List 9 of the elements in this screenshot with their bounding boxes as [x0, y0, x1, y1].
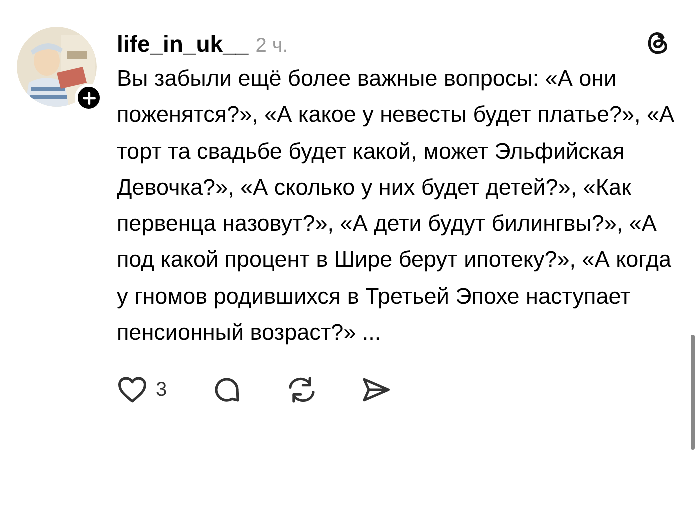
post-time: 2 ч.: [256, 34, 288, 59]
like-count: 3: [156, 378, 168, 404]
comment-icon[interactable]: [213, 376, 242, 404]
username[interactable]: life_in_uk__: [117, 27, 249, 62]
like-icon[interactable]: [117, 376, 148, 404]
repost-icon[interactable]: [287, 376, 318, 404]
share-icon[interactable]: [361, 376, 392, 404]
post-text: Вы забыли ещё более важные вопросы: «А они поженятся?», «А какое у невесты будет платье?», «А торт та свадьбе будет какой, может Эльфийская Девочка?», «А сколько у них будет детей?», «Как первенца назовут?», «А дети будут билингвы?», «А под какой процент в Шире берут ипотеку?», «А когда у гномов родившихся в Третьей Эпохе наступает пенсионный возраст?» ...: [117, 65, 676, 348]
plus-icon: [82, 92, 96, 104]
